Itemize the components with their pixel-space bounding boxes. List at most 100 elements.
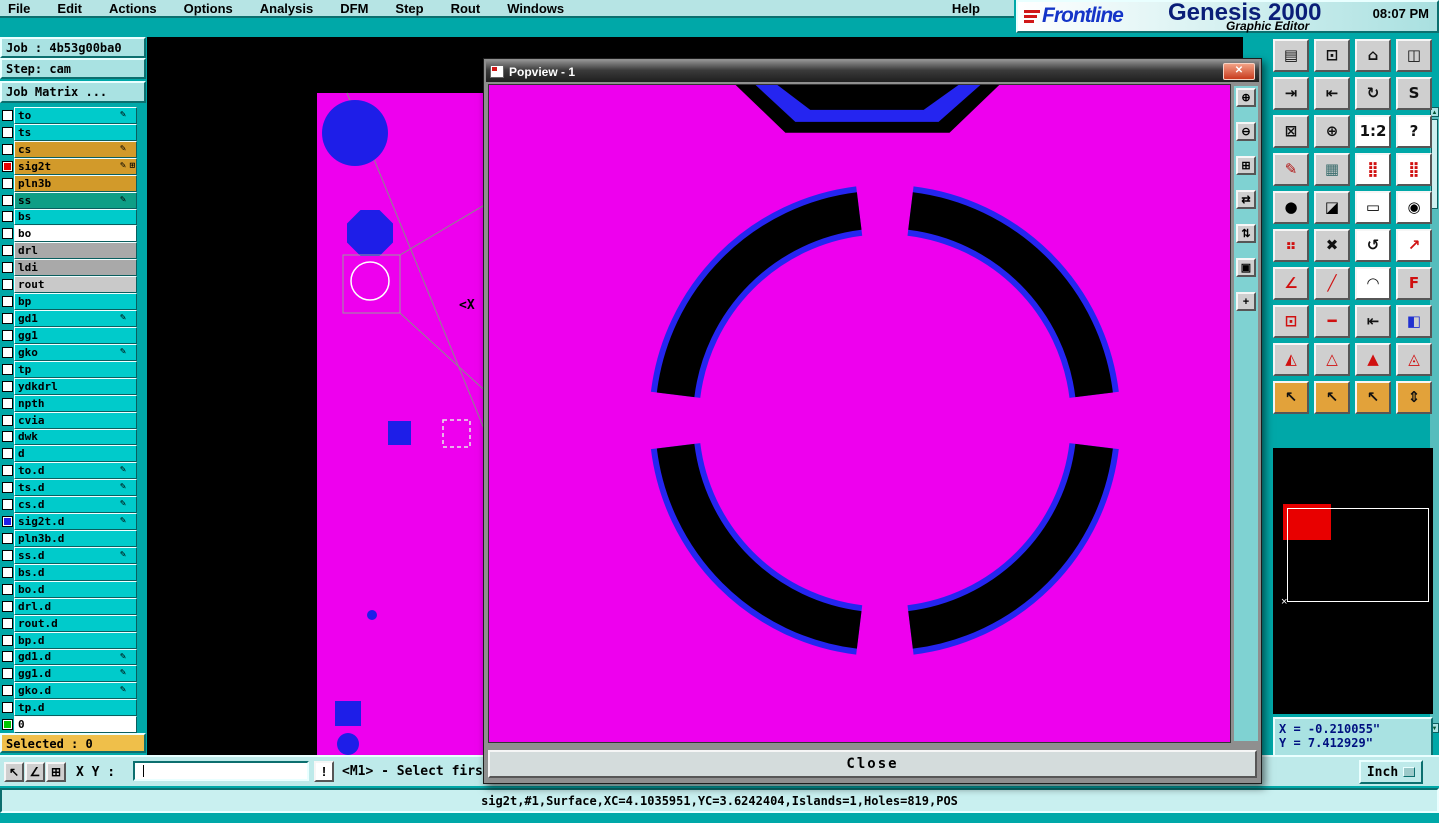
layer-row[interactable]: bp ✎ (0, 293, 137, 311)
menu-item[interactable]: Step (395, 1, 423, 16)
layer-visibility-checkbox[interactable] (0, 597, 14, 615)
right-toolbar-button[interactable]: ↻ (1355, 77, 1391, 110)
layer-label[interactable]: to ✎ (14, 107, 137, 124)
right-toolbar-button[interactable]: ⊠ (1273, 115, 1309, 148)
layer-visibility-checkbox[interactable] (0, 140, 14, 158)
layer-visibility-checkbox[interactable] (0, 411, 14, 429)
layer-label[interactable]: d ✎ (14, 445, 137, 463)
layer-label[interactable]: cs.d ✎ (14, 496, 137, 514)
popview-canvas[interactable] (488, 84, 1231, 743)
layer-row[interactable]: d ✎ (0, 445, 137, 463)
layer-row[interactable]: bo ✎ (0, 225, 137, 243)
right-toolbar-button[interactable]: 1:2 (1355, 115, 1391, 148)
layer-label[interactable]: gko ✎ (14, 343, 137, 361)
layer-row[interactable]: cs ✎ (0, 140, 137, 158)
layer-row[interactable]: tp ✎ (0, 360, 137, 378)
popview-zoom-button[interactable]: ⇅ (1236, 224, 1256, 243)
right-toolbar-button[interactable]: ⊕ (1314, 115, 1350, 148)
right-toolbar-button[interactable]: ▦ (1314, 153, 1350, 186)
layer-visibility-checkbox[interactable] (0, 513, 14, 531)
layer-visibility-checkbox[interactable] (0, 310, 14, 327)
layer-visibility-checkbox[interactable] (0, 699, 14, 717)
right-toolbar-button[interactable]: ↖ (1314, 381, 1350, 414)
layer-row[interactable]: gg1 ✎ (0, 326, 137, 344)
layer-row[interactable]: gd1 ✎ (0, 310, 137, 327)
layer-label[interactable]: bp.d ✎ (14, 631, 137, 649)
layer-row[interactable]: ts.d ✎ (0, 479, 137, 497)
layer-label[interactable]: drl ✎ (14, 242, 137, 260)
right-toolbar-button[interactable]: ● (1273, 191, 1309, 224)
layer-visibility-checkbox[interactable] (0, 563, 14, 581)
layer-visibility-checkbox[interactable] (0, 174, 14, 192)
layer-visibility-checkbox[interactable] (0, 682, 14, 700)
right-toolbar-button[interactable]: ✎ (1273, 153, 1309, 186)
layer-label[interactable]: cvia ✎ (14, 411, 137, 429)
layer-label[interactable]: ts ✎ (14, 123, 137, 141)
right-toolbar-button[interactable]: ⊡ (1314, 39, 1350, 72)
layer-row[interactable]: gko ✎ (0, 343, 137, 361)
right-toolbar-button[interactable]: ⣿ (1355, 153, 1391, 186)
layer-visibility-checkbox[interactable] (0, 445, 14, 463)
layer-label[interactable]: ss.d ✎ (14, 546, 137, 564)
layer-label[interactable]: gd1.d ✎ (14, 648, 137, 666)
layer-row[interactable]: rout.d ✎ (0, 614, 137, 632)
right-toolbar-button[interactable]: ▲ (1355, 343, 1391, 376)
layer-label[interactable]: 0 ✎ (14, 716, 137, 734)
close-icon[interactable]: ✕ (1223, 63, 1255, 80)
layer-label[interactable]: cs ✎ (14, 140, 137, 158)
layer-visibility-checkbox[interactable] (0, 225, 14, 243)
right-toolbar-button[interactable]: ▭ (1355, 191, 1391, 224)
layer-label[interactable]: sig2t.d ✎ (14, 513, 137, 531)
layer-label[interactable]: ydkdrl ✎ (14, 377, 137, 395)
right-toolbar-button[interactable]: ◫ (1396, 39, 1432, 72)
layer-row[interactable]: gd1.d ✎ (0, 648, 137, 666)
layer-row[interactable]: to ✎ (0, 107, 137, 124)
preview-viewport-rect[interactable] (1287, 508, 1429, 602)
layer-row[interactable]: gko.d ✎ (0, 682, 137, 700)
right-toolbar-button[interactable]: ∠ (1273, 267, 1309, 300)
right-toolbar-button[interactable]: ↺ (1355, 229, 1391, 262)
layer-label[interactable]: tp ✎ (14, 360, 137, 378)
right-toolbar-button[interactable]: ? (1396, 115, 1432, 148)
layer-visibility-checkbox[interactable] (0, 665, 14, 683)
layer-row[interactable]: 0 ✎ (0, 716, 137, 734)
right-toolbar-button[interactable]: △ (1314, 343, 1350, 376)
menu-item[interactable]: Options (184, 1, 233, 16)
layer-visibility-checkbox[interactable] (0, 580, 14, 598)
right-toolbar-button[interactable]: ⠶ (1273, 229, 1309, 262)
layer-label[interactable]: dwk ✎ (14, 428, 137, 446)
job-matrix-button[interactable]: Job Matrix ... (0, 81, 146, 103)
layer-label[interactable]: npth ✎ (14, 394, 137, 412)
layer-visibility-checkbox[interactable] (0, 242, 14, 260)
layer-visibility-checkbox[interactable] (0, 394, 14, 412)
right-toolbar-button[interactable]: ━ (1314, 305, 1350, 338)
alert-button[interactable]: ! (314, 761, 334, 782)
overview-preview-pane[interactable]: × (1273, 448, 1433, 714)
layer-row[interactable]: pln3b ✎ (0, 174, 137, 192)
layer-visibility-checkbox[interactable] (0, 191, 14, 209)
right-toolbar-button[interactable]: ◪ (1314, 191, 1350, 224)
right-toolbar-button[interactable]: ◧ (1396, 305, 1432, 338)
layer-label[interactable]: gg1.d ✎ (14, 665, 137, 683)
right-toolbar-button[interactable]: ⌂ (1355, 39, 1391, 72)
layer-visibility-checkbox[interactable] (0, 157, 14, 175)
popview-zoom-button[interactable]: ⊕ (1236, 88, 1256, 107)
layer-row[interactable]: rout ✎ (0, 276, 137, 294)
layer-visibility-checkbox[interactable] (0, 293, 14, 311)
layer-label[interactable]: bs ✎ (14, 208, 137, 226)
right-toolbar-button[interactable]: ◉ (1396, 191, 1432, 224)
layer-row[interactable]: bs.d ✎ (0, 563, 137, 581)
popview-zoom-button[interactable]: + (1236, 292, 1256, 311)
right-toolbar-button[interactable]: ⇥ (1273, 77, 1309, 110)
right-toolbar-button[interactable]: F (1396, 267, 1432, 300)
layer-label[interactable]: ldi ✎ (14, 259, 137, 277)
layer-label[interactable]: pln3b.d ✎ (14, 530, 137, 547)
layer-row[interactable]: dwk ✎ (0, 428, 137, 446)
layer-label[interactable]: sig2t ✎ ⊞ (14, 157, 137, 175)
layer-visibility-checkbox[interactable] (0, 343, 14, 361)
layer-visibility-checkbox[interactable] (0, 631, 14, 649)
layer-row[interactable]: drl.d ✎ (0, 597, 137, 615)
layer-label[interactable]: bo.d ✎ (14, 580, 137, 598)
layer-row[interactable]: ss ✎ (0, 191, 137, 209)
right-toolbar-button[interactable]: ▤ (1273, 39, 1309, 72)
